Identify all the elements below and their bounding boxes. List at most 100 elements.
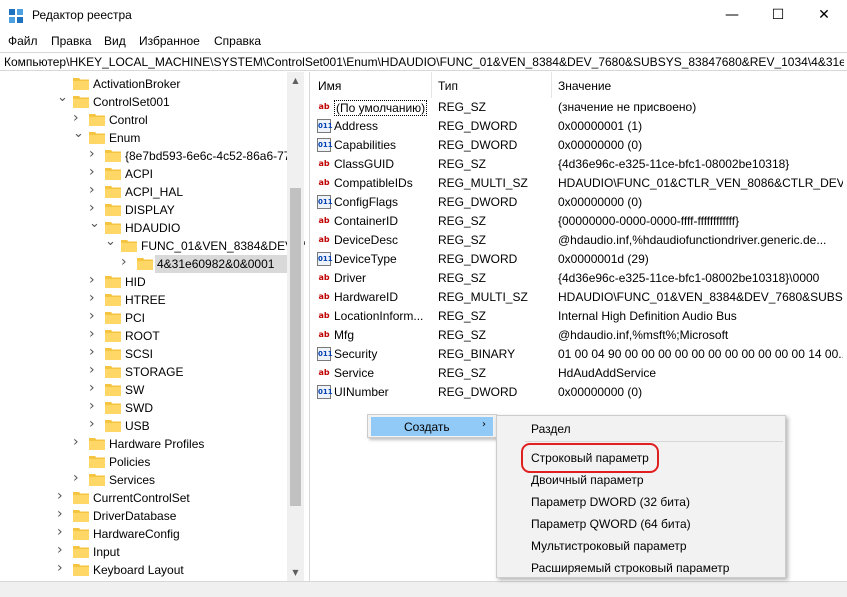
value-row[interactable]: ab HardwareID REG_MULTI_SZ HDAUDIO\FUNC_01&… <box>310 288 847 307</box>
chevron-right-icon[interactable]: › <box>89 291 99 305</box>
tree-item[interactable]: › 4&31e60982&0&0001 <box>0 255 289 273</box>
tree-item[interactable]: › Control <box>0 111 287 129</box>
minimize-button[interactable]: — <box>709 0 755 31</box>
menu-file[interactable]: Файл <box>8 34 38 48</box>
submenu-item-key[interactable]: Раздел <box>531 422 571 436</box>
tree-item[interactable]: › HTREE <box>0 291 287 309</box>
folder-icon <box>105 167 121 180</box>
tree-scrollbar[interactable]: ▲ ▼ <box>287 72 304 581</box>
chevron-right-icon[interactable]: › <box>89 399 99 413</box>
tree-item[interactable]: › HardwareConfig <box>0 525 287 543</box>
tree-item[interactable]: ⌄ Enum <box>0 127 287 147</box>
chevron-right-icon[interactable]: › <box>121 255 131 269</box>
tree-item[interactable]: ⌄ FUNC_01&VEN_8384&DEV_7 <box>0 235 305 255</box>
value-row[interactable]: ab Mfg REG_SZ @hdaudio.inf,%msft%;Microsoft <box>310 326 847 345</box>
chevron-right-icon[interactable]: › <box>89 417 99 431</box>
tree-item-label: DISPLAY <box>125 203 175 217</box>
chevron-down-icon[interactable]: ⌄ <box>105 235 116 249</box>
maximize-button[interactable]: ☐ <box>755 0 801 31</box>
value-row[interactable]: ab CompatibleIDs REG_MULTI_SZ HDAUDIO\FUNC_… <box>310 174 847 193</box>
chevron-right-icon[interactable]: › <box>89 273 99 287</box>
chevron-right-icon[interactable]: › <box>89 327 99 341</box>
chevron-right-icon[interactable]: › <box>73 435 83 449</box>
submenu-item-multistring-value[interactable]: Мультистроковый параметр <box>531 539 687 553</box>
chevron-right-icon[interactable]: › <box>57 507 67 521</box>
tree-item[interactable]: ActivationBroker <box>0 75 287 93</box>
value-row[interactable]: ab ContainerID REG_SZ {00000000-0000-0000-f… <box>310 212 847 231</box>
tree-item[interactable]: › Services <box>0 471 287 489</box>
registry-tree[interactable]: ActivationBroker ⌄ ControlSet001 › Control ⌄ E… <box>0 72 305 581</box>
tree-item[interactable]: › SW <box>0 381 287 399</box>
tree-item[interactable]: › SCSI <box>0 345 287 363</box>
chevron-right-icon[interactable]: › <box>89 381 99 395</box>
tree-item[interactable]: › PCI <box>0 309 287 327</box>
submenu-item-binary-value[interactable]: Двоичный параметр <box>531 473 644 487</box>
chevron-right-icon[interactable]: › <box>89 201 99 215</box>
address-path[interactable]: Компьютер\HKEY_LOCAL_MACHINE\SYSTEM\Cont… <box>4 55 844 69</box>
close-button[interactable]: ✕ <box>801 0 847 31</box>
tree-item[interactable]: › Keyboard Layout <box>0 561 287 579</box>
scroll-thumb[interactable] <box>290 188 301 506</box>
chevron-right-icon[interactable]: › <box>89 183 99 197</box>
address-bar[interactable]: Компьютер\HKEY_LOCAL_MACHINE\SYSTEM\Cont… <box>0 52 847 71</box>
value-row[interactable]: 011 Security REG_BINARY 01 00 04 90 00 00 0… <box>310 345 847 364</box>
value-row[interactable]: ab (По умолчанию) REG_SZ (значение не присв… <box>310 98 847 117</box>
chevron-right-icon[interactable]: › <box>57 561 67 575</box>
tree-item[interactable]: › ROOT <box>0 327 287 345</box>
chevron-right-icon[interactable]: › <box>57 543 67 557</box>
chevron-right-icon[interactable]: › <box>89 363 99 377</box>
tree-item[interactable]: › HID <box>0 273 287 291</box>
tree-item[interactable]: › ACPI_HAL <box>0 183 287 201</box>
tree-item[interactable]: › {8e7bd593-6e6c-4c52-86a6-771 <box>0 147 297 165</box>
value-row[interactable]: ab LocationInform... REG_SZ Internal High D… <box>310 307 847 326</box>
scroll-down-icon[interactable]: ▼ <box>287 564 304 581</box>
value-row[interactable]: ab DeviceDesc REG_SZ @hdaudio.inf,%hdaudiof… <box>310 231 847 250</box>
chevron-down-icon[interactable]: ⌄ <box>89 217 100 231</box>
column-header-name[interactable]: Имя <box>310 72 432 98</box>
tree-item[interactable]: ⌄ ControlSet001 <box>0 91 287 111</box>
tree-item[interactable]: › Input <box>0 543 287 561</box>
chevron-right-icon[interactable]: › <box>73 471 83 485</box>
string-value-icon: ab <box>318 330 330 339</box>
submenu-item-dword-value[interactable]: Параметр DWORD (32 бита) <box>531 495 690 509</box>
tree-item[interactable]: ⌄ HDAUDIO <box>0 217 287 237</box>
column-header-type[interactable]: Тип <box>432 72 552 98</box>
value-row[interactable]: 011 DeviceType REG_DWORD 0x0000001d (29) <box>310 250 847 269</box>
tree-item[interactable]: › DriverDatabase <box>0 507 287 525</box>
tree-item[interactable]: › USB <box>0 417 287 435</box>
value-row[interactable]: 011 Address REG_DWORD 0x00000001 (1) <box>310 117 847 136</box>
value-data: Internal High Definition Audio Bus <box>558 309 737 323</box>
submenu-item-qword-value[interactable]: Параметр QWORD (64 бита) <box>531 517 691 531</box>
submenu-item-expandable-string-value[interactable]: Расширяемый строковый параметр <box>531 561 729 575</box>
value-type: REG_SZ <box>438 271 487 285</box>
value-row[interactable]: ab ClassGUID REG_SZ {4d36e96c-e325-11ce-bfc… <box>310 155 847 174</box>
chevron-down-icon[interactable]: ⌄ <box>73 127 84 141</box>
column-header-value[interactable]: Значение <box>552 72 847 98</box>
scroll-up-icon[interactable]: ▲ <box>287 72 304 89</box>
value-row[interactable]: ab Service REG_SZ HdAudAddService <box>310 364 847 383</box>
tree-item[interactable]: › Hardware Profiles <box>0 435 287 453</box>
tree-item[interactable]: › SWD <box>0 399 287 417</box>
value-row[interactable]: 011 UINumber REG_DWORD 0x00000000 (0) <box>310 383 847 402</box>
menu-edit[interactable]: Правка <box>51 34 92 48</box>
menu-view[interactable]: Вид <box>104 34 126 48</box>
chevron-right-icon[interactable]: › <box>89 345 99 359</box>
menu-favorites[interactable]: Избранное <box>139 34 200 48</box>
chevron-right-icon[interactable]: › <box>57 525 67 539</box>
tree-item[interactable]: › CurrentControlSet <box>0 489 287 507</box>
chevron-right-icon[interactable]: › <box>89 309 99 323</box>
tree-item[interactable]: › STORAGE <box>0 363 287 381</box>
tree-item[interactable]: Policies <box>0 453 287 471</box>
chevron-right-icon[interactable]: › <box>89 165 99 179</box>
tree-item[interactable]: › DISPLAY <box>0 201 287 219</box>
value-row[interactable]: ab Driver REG_SZ {4d36e96c-e325-11ce-bfc1-0… <box>310 269 847 288</box>
value-row[interactable]: 011 Capabilities REG_DWORD 0x00000000 (0) <box>310 136 847 155</box>
chevron-right-icon[interactable]: › <box>57 489 67 503</box>
value-row[interactable]: 011 ConfigFlags REG_DWORD 0x00000000 (0) <box>310 193 847 212</box>
submenu-item-string-value[interactable]: Строковый параметр <box>531 451 649 465</box>
menu-help[interactable]: Справка <box>214 34 261 48</box>
tree-item[interactable]: › ACPI <box>0 165 287 183</box>
chevron-right-icon[interactable]: › <box>73 111 83 125</box>
chevron-right-icon[interactable]: › <box>89 147 99 161</box>
chevron-down-icon[interactable]: ⌄ <box>57 91 68 105</box>
